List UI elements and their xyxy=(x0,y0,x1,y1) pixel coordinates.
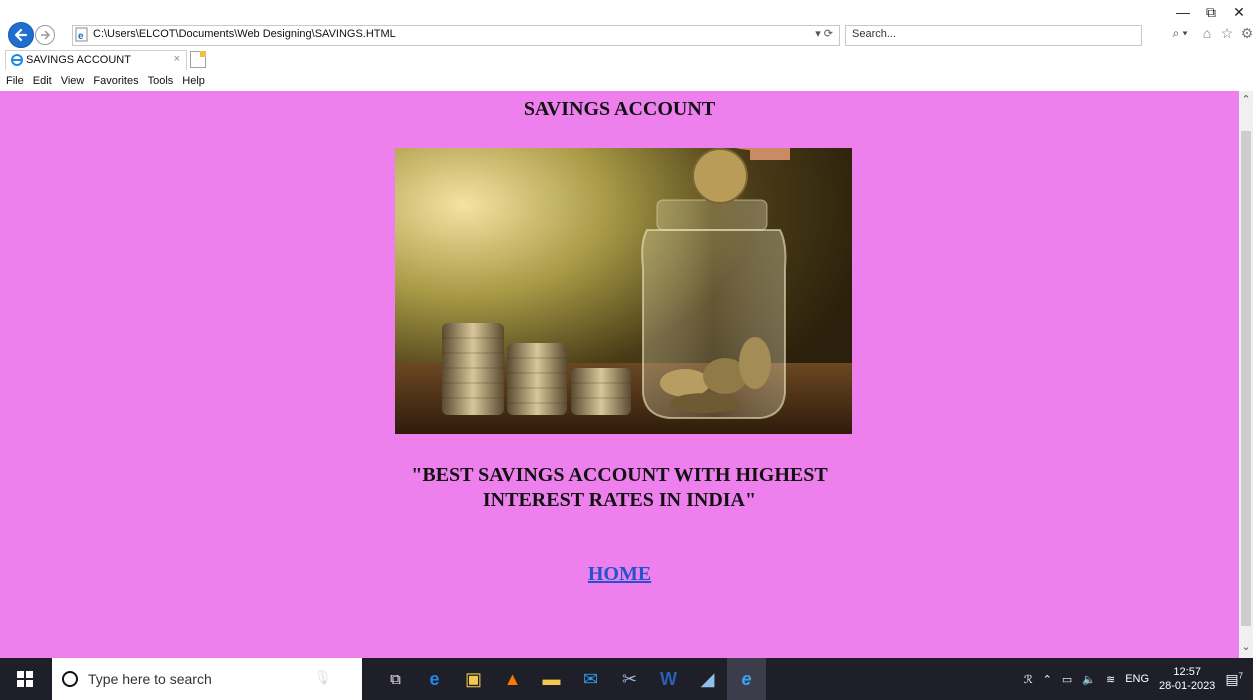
scroll-thumb[interactable] xyxy=(1241,131,1251,626)
mail-icon[interactable]: ✉ xyxy=(571,658,610,700)
toolbar-icons: ⌕ ▾ ⌂ ☆ ⚙ ☻ xyxy=(1165,24,1253,42)
internet-explorer-icon[interactable]: e xyxy=(727,658,766,700)
menu-tools[interactable]: Tools xyxy=(148,75,174,87)
forward-arrow-icon xyxy=(41,30,51,40)
home-link[interactable]: HOME xyxy=(588,563,651,585)
search-box[interactable]: Search... xyxy=(845,25,1142,46)
address-text: C:\Users\ELCOT\Documents\Web Designing\S… xyxy=(93,28,396,40)
windows-logo-icon xyxy=(17,671,33,687)
tab-row: SAVINGS ACCOUNT × xyxy=(0,49,1253,70)
wifi-icon[interactable]: ≋ xyxy=(1106,673,1115,686)
tagline-line-2: INTEREST RATES IN INDIA" xyxy=(482,489,757,511)
menu-bar: File Edit View Favorites Tools Help xyxy=(0,71,1253,91)
taskbar-search-placeholder: Type here to search xyxy=(88,671,212,687)
address-row: e C:\Users\ELCOT\Documents\Web Designing… xyxy=(0,20,1253,48)
search-icon[interactable]: ⌕ ▾ xyxy=(1165,24,1195,42)
search-placeholder: Search... xyxy=(852,28,897,40)
new-tab-icon[interactable] xyxy=(190,51,206,68)
cortana-icon xyxy=(62,671,78,687)
tagline: "BEST SAVINGS ACCOUNT WITH HIGHEST INTER… xyxy=(0,463,1239,513)
start-button[interactable] xyxy=(0,658,50,700)
savings-jar-image xyxy=(395,148,852,434)
taskbar-apps: ⧉ e ▣ ▲ ▬ ✉ ✂ W ◢ e xyxy=(376,658,766,700)
edge-icon[interactable]: e xyxy=(415,658,454,700)
address-bar[interactable]: e C:\Users\ELCOT\Documents\Web Designing… xyxy=(72,25,840,46)
store-icon[interactable]: ▣ xyxy=(454,658,493,700)
svg-text:e: e xyxy=(78,31,84,42)
battery-icon[interactable]: ▭ xyxy=(1062,673,1072,686)
page-content: SAVINGS ACCOUNT "BEST SAVINGS ACCOUNT WI… xyxy=(0,91,1239,658)
notification-count: 7 xyxy=(1238,670,1243,680)
menu-help[interactable]: Help xyxy=(182,75,205,87)
ie-page-icon: e xyxy=(75,27,88,42)
menu-favorites[interactable]: Favorites xyxy=(93,75,138,87)
refresh-icon[interactable]: ▾ ⟳ xyxy=(815,27,833,40)
system-tray: ℛ ⌃ ▭ 🔈 ≋ ENG 12:57 28-01-2023 ▤7 xyxy=(1024,658,1253,700)
menu-file[interactable]: File xyxy=(6,75,24,87)
home-link-container: HOME xyxy=(0,563,1239,586)
forward-button[interactable] xyxy=(35,25,55,45)
snipping-tool-icon[interactable]: ✂ xyxy=(610,658,649,700)
scroll-up-icon[interactable]: ⌃ xyxy=(1239,91,1253,109)
notification-icon[interactable]: ▤7 xyxy=(1225,671,1243,688)
chevron-up-icon[interactable]: ⌃ xyxy=(1043,673,1052,686)
word-icon[interactable]: W xyxy=(649,658,688,700)
vlc-icon[interactable]: ▲ xyxy=(493,658,532,700)
home-icon[interactable]: ⌂ xyxy=(1199,24,1215,42)
gear-icon[interactable]: ⚙ xyxy=(1239,24,1253,42)
volume-icon[interactable]: 🔈 xyxy=(1082,673,1096,686)
tab-label: SAVINGS ACCOUNT xyxy=(26,54,131,66)
back-arrow-icon xyxy=(14,28,28,42)
favorites-star-icon[interactable]: ☆ xyxy=(1219,24,1235,42)
taskbar: Type here to search 🎙 ⧉ e ▣ ▲ ▬ ✉ ✂ W ◢ … xyxy=(0,658,1253,700)
back-button[interactable] xyxy=(8,22,34,48)
vertical-scrollbar[interactable]: ⌃ ⌄ xyxy=(1239,91,1253,658)
page-title: SAVINGS ACCOUNT xyxy=(523,98,716,120)
scroll-down-icon[interactable]: ⌄ xyxy=(1239,638,1253,656)
file-explorer-icon[interactable]: ▬ xyxy=(532,658,571,700)
paint-icon[interactable]: ◢ xyxy=(688,658,727,700)
ie-logo-icon xyxy=(11,54,23,66)
clock-time: 12:57 xyxy=(1173,666,1201,678)
tab-close-icon[interactable]: × xyxy=(174,53,180,65)
tagline-line-1: "BEST SAVINGS ACCOUNT WITH HIGHEST xyxy=(411,464,828,486)
menu-edit[interactable]: Edit xyxy=(33,75,52,87)
people-icon[interactable]: ℛ xyxy=(1024,673,1033,686)
menu-view[interactable]: View xyxy=(61,75,85,87)
clock-date: 28-01-2023 xyxy=(1159,680,1216,692)
clock[interactable]: 12:57 28-01-2023 xyxy=(1159,665,1215,693)
task-view-icon[interactable]: ⧉ xyxy=(376,658,415,700)
tab-savings-account[interactable]: SAVINGS ACCOUNT × xyxy=(5,50,187,70)
microphone-icon[interactable]: 🎙 xyxy=(314,669,332,687)
language-indicator[interactable]: ENG xyxy=(1125,673,1149,685)
